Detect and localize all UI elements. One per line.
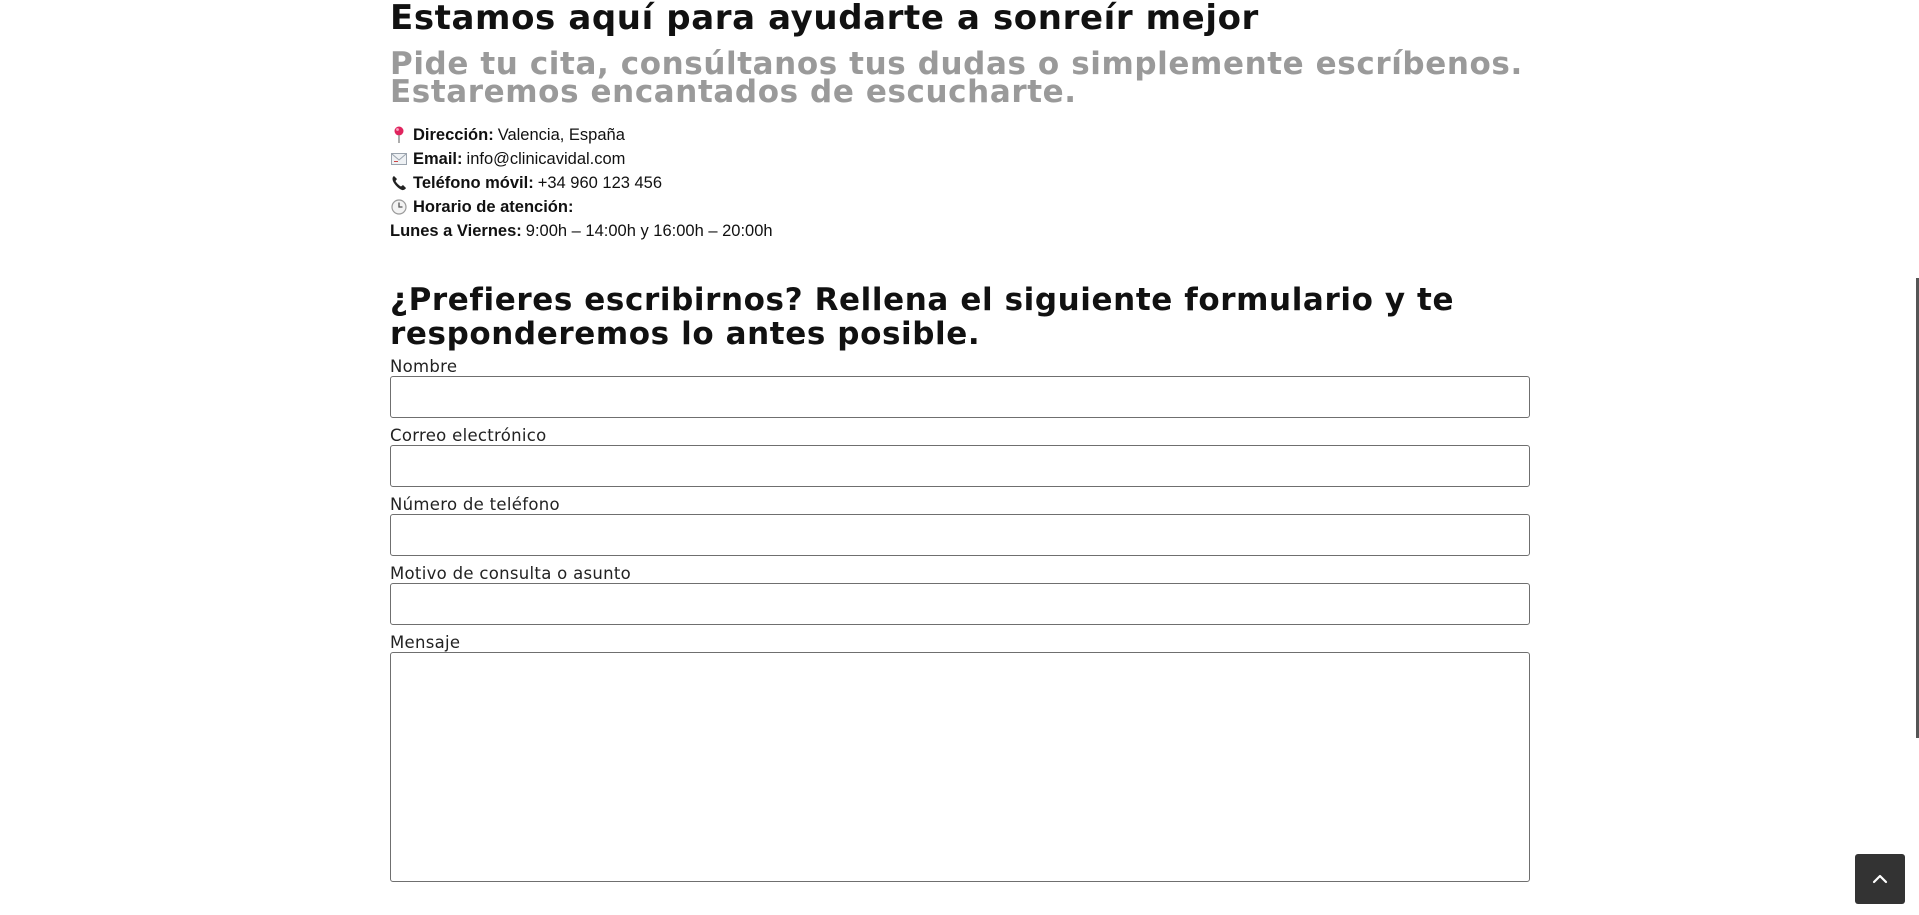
days-value: 9:00h – 14:00h y 16:00h – 20:00h [525,222,773,240]
message-field[interactable] [390,652,1530,882]
name-label: Nombre [390,357,458,376]
name-field[interactable] [390,376,1530,418]
page-subtitle: Pide tu cita, consúltanos tus dudas o si… [390,46,1523,110]
address-value: Valencia, España [497,126,625,144]
phone-label: Teléfono móvil: [413,174,534,192]
hours-label: Horario de atención: [413,198,574,216]
pin-icon [390,126,408,144]
address-label: Dirección: [413,126,494,144]
envelope-icon [390,150,408,168]
subject-field[interactable] [390,583,1530,625]
email-field-label: Correo electrónico [390,426,547,445]
days-label: Lunes a Viernes: [390,222,522,240]
contact-info: Dirección: Valencia, España Email: info@… [390,123,1530,243]
address-line: Dirección: Valencia, España [390,123,1530,147]
subject-field-label: Motivo de consulta o asunto [390,564,632,583]
scroll-to-top-button[interactable] [1855,854,1905,904]
contact-form: Nombre Correo electrónico Número de telé… [390,357,1530,882]
hours-line: Horario de atención: [390,195,1530,219]
contact-section: Estamos aquí para ayudarte a sonreír mej… [390,0,1530,882]
days-line: Lunes a Viernes: 9:00h – 14:00h y 16:00h… [390,219,1530,243]
email-field[interactable] [390,445,1530,487]
phone-field[interactable] [390,514,1530,556]
phone-value: +34 960 123 456 [537,174,663,192]
page: Estamos aquí para ayudarte a sonreír mej… [0,0,1919,915]
form-title: ¿Prefieres escribirnos? Rellena el sigui… [390,282,1455,352]
chevron-up-icon [1871,870,1889,889]
phone-field-label: Número de teléfono [390,495,560,514]
message-field-label: Mensaje [390,633,461,652]
phone-line: Teléfono móvil: +34 960 123 456 [390,171,1530,195]
email-label: Email: [413,150,463,168]
page-title: Estamos aquí para ayudarte a sonreír mej… [390,0,1259,38]
phone-icon [390,174,408,192]
clock-icon [390,198,408,216]
email-line: Email: info@clinicavidal.com [390,147,1530,171]
email-value: info@clinicavidal.com [466,150,626,168]
